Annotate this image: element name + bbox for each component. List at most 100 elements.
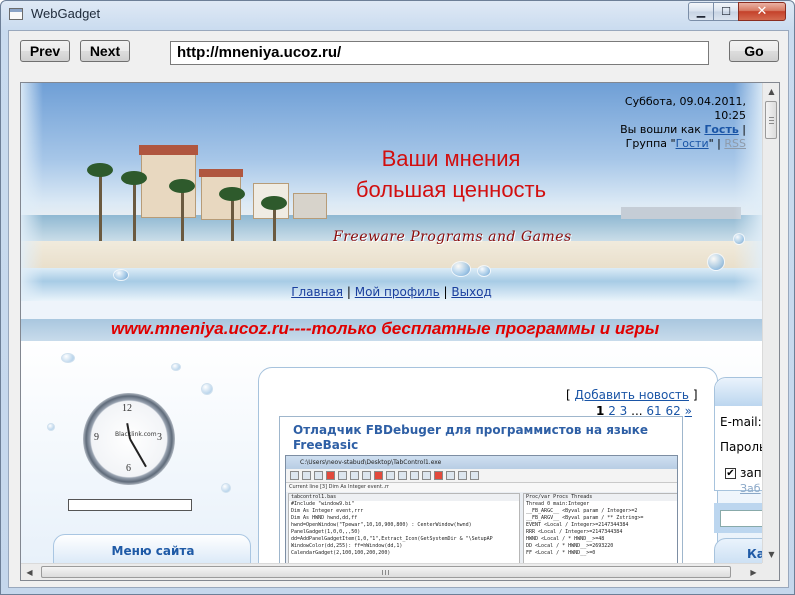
site-slogan: Ваши мнения большая ценность (321, 143, 581, 205)
screenshot-toolbar (286, 469, 677, 483)
palm-top (121, 171, 147, 185)
code-line: PanelGadget(1,0,0,,,50) (291, 529, 361, 535)
toolbar-icon (398, 471, 407, 480)
guest-link[interactable]: Гость (704, 123, 738, 136)
var-line: __FB_ARGV__ <Byval param / ** Zstring>= (526, 515, 644, 521)
water-bubble (451, 261, 471, 277)
date-block: Суббота, 09.04.2011, 10:25 Вы вошли как … (620, 95, 746, 151)
toolbar-icon (326, 471, 335, 480)
screenshot-titlebar: C:\Users\neov-stabud\Desktop\TabControl1… (286, 456, 677, 469)
toolbar-icon (458, 471, 467, 480)
thumb-grip (382, 570, 383, 575)
code-line: #Include "window9.bi" (291, 501, 355, 507)
toolbar-icon (434, 471, 443, 480)
code-line: Dim As Integer event,rrr (291, 508, 364, 514)
palm-trunk (133, 179, 136, 241)
bracket-close: ] (692, 388, 698, 402)
bracket-open: [ (566, 388, 571, 402)
palm-top (87, 163, 113, 177)
rss-link[interactable]: RSS (724, 137, 746, 150)
code-line: Dim As HWND hwnd,dd,ff (291, 515, 358, 521)
login-panel: E-mail: Пароль ✔ зап Заб (714, 377, 762, 495)
horizontal-scroll-thumb[interactable] (41, 566, 731, 578)
scroll-up-icon[interactable]: ▲ (763, 83, 779, 100)
article-screenshot[interactable]: C:\Users\neov-stabud\Desktop\TabControl1… (285, 455, 678, 563)
clock-brand: Blacklink.com (115, 431, 157, 438)
distant-skyline (621, 207, 741, 219)
remember-checkbox[interactable]: ✔ (725, 468, 736, 479)
separator: | (346, 285, 351, 299)
add-news-link[interactable]: Добавить новость (575, 388, 689, 402)
scroll-left-icon[interactable]: ◀ (21, 564, 38, 580)
clock-text-field[interactable] (68, 499, 192, 511)
code-line: hwnd=OpenWindow("Tpewar",10,10,900,800) … (291, 522, 472, 528)
scroll-right-icon[interactable]: ▶ (745, 564, 762, 580)
splash-left (21, 83, 43, 301)
minimize-button[interactable]: ▁ (688, 2, 714, 21)
water-drop (201, 383, 213, 395)
var-line: RRR <Local / Integer>=2147344384 (526, 529, 623, 535)
palm-trunk (99, 171, 102, 241)
time-text: 10:25 (714, 109, 746, 122)
promo-text: www.mneniya.ucoz.ru----только бесплатные… (111, 319, 660, 338)
client-area: Prev Next http://mneniya.ucoz.ru/ Go Суб… (8, 30, 789, 588)
thumb-grip (769, 117, 774, 118)
minimize-icon: ▁ (696, 5, 706, 18)
forgot-password-link[interactable]: Заб (740, 482, 761, 495)
group-suffix: " (708, 137, 714, 150)
search-box (714, 503, 762, 533)
article-title-link[interactable]: Отладчик FBDebuger для программистов на … (293, 423, 673, 453)
prev-button[interactable]: Prev (20, 40, 70, 62)
code-line: dd=AddPanelGadgetItem(1,0,"1",Extract_Ic… (291, 536, 493, 542)
login-panel-header (715, 378, 762, 406)
scroll-down-icon[interactable]: ▼ (763, 546, 779, 563)
promo-stripe: www.mneniya.ucoz.ru----только бесплатные… (21, 319, 762, 341)
toolbar-icon (314, 471, 323, 480)
title-bar[interactable]: WebGadget ▁ ☐ ✕ (1, 1, 794, 29)
vertical-scrollbar[interactable]: ▲ ▼ (762, 83, 779, 563)
group-prefix: Группа " (625, 137, 676, 150)
logged-as-label: Вы вошли как (620, 123, 701, 136)
palm-top (219, 187, 245, 201)
site-menu-box: Меню сайта (53, 534, 251, 563)
site-menu-title: Меню сайта (111, 544, 195, 558)
close-button[interactable]: ✕ (738, 2, 786, 21)
group-link[interactable]: Гости (676, 137, 709, 150)
toolbar-icon (470, 471, 479, 480)
water-bubble (707, 253, 725, 271)
news-article: Отладчик FBDebuger для программистов на … (279, 416, 683, 563)
search-input[interactable] (720, 510, 762, 527)
go-button[interactable]: Go (729, 40, 779, 62)
water-bubble (477, 265, 491, 277)
close-icon: ✕ (756, 4, 768, 19)
var-line: DD <Local / * HWND__>=2693220 (526, 543, 614, 549)
clock-number: 12 (122, 403, 132, 414)
thumb-grip (385, 570, 386, 575)
site-banner: Суббота, 09.04.2011, 10:25 Вы вошли как … (21, 83, 762, 301)
page-next-link[interactable]: » (685, 404, 692, 418)
horizontal-scrollbar[interactable]: ◀ ▶ (21, 563, 762, 580)
toolbar-icon (350, 471, 359, 480)
nav-profile-link[interactable]: Мой профиль (355, 285, 440, 299)
toolbar-icon (446, 471, 455, 480)
var-line: HWND <Local / * HWND__>=48 (526, 536, 605, 542)
palm-trunk (231, 195, 234, 241)
water-bubble (113, 269, 129, 281)
app-window: WebGadget ▁ ☐ ✕ Prev Next http://mneniya… (0, 0, 795, 595)
toolbar-icon (374, 471, 383, 480)
vars-tabs: Proc/var Procs Threads (524, 494, 677, 501)
nav-home-link[interactable]: Главная (291, 285, 343, 299)
maximize-button[interactable]: ☐ (713, 2, 739, 21)
var-line: FF <Local / * HWND__>=0 (526, 550, 596, 556)
freeware-caption: Freeware Programs and Games (333, 229, 572, 245)
catalog-title: Ка (747, 547, 762, 561)
next-button[interactable]: Next (80, 40, 130, 62)
nav-logout-link[interactable]: Выход (451, 285, 491, 299)
slogan-line-1: Ваши мнения (381, 146, 521, 171)
code-line: WindowColor(dd,255): ff=hWindow(dd,1) (291, 543, 403, 549)
analog-clock-widget: 12 3 6 9 Blacklink.com (83, 393, 175, 485)
vertical-scroll-thumb[interactable] (765, 101, 777, 139)
address-input[interactable]: http://mneniya.ucoz.ru/ (170, 41, 709, 65)
screenshot-vars-pane: Proc/var Procs Threads Thread 0 main:Int… (523, 493, 677, 563)
separator: | (717, 137, 721, 150)
